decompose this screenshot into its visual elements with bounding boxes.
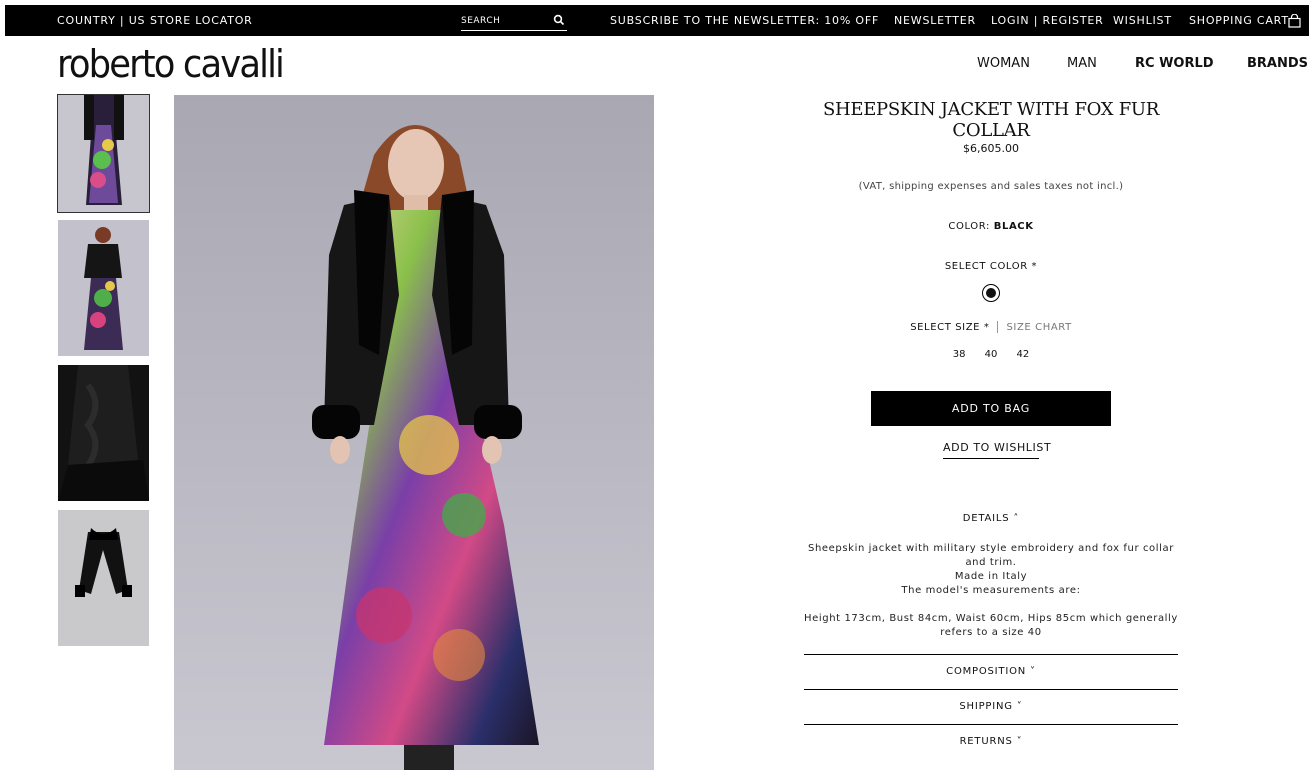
store-locator-link[interactable]: STORE LOCATOR bbox=[150, 14, 253, 27]
color-label: COLOR: bbox=[948, 221, 990, 232]
login-register-link[interactable]: LOGIN | REGISTER bbox=[991, 14, 1104, 27]
country-selector[interactable]: COUNTRY | US bbox=[57, 14, 145, 27]
details-line: The model's measurements are: bbox=[901, 585, 1081, 596]
size-option[interactable]: 42 bbox=[1017, 349, 1030, 360]
top-bar: COUNTRY | US STORE LOCATOR SUBSCRIBE TO … bbox=[5, 5, 1309, 36]
color-display: COLOR: BLACK bbox=[804, 221, 1178, 232]
size-option[interactable]: 38 bbox=[953, 349, 966, 360]
nav-man[interactable]: MAN bbox=[1067, 56, 1097, 71]
search-icon[interactable] bbox=[553, 14, 565, 26]
product-title: SHEEPSKIN JACKET WITH FOX FUR COLLAR bbox=[822, 99, 1160, 141]
details-toggle[interactable]: DETAILS ˄ bbox=[804, 513, 1178, 524]
shopping-cart-link[interactable]: SHOPPING CART bbox=[1189, 14, 1289, 27]
details-line bbox=[804, 598, 1178, 612]
details-line: Height 173cm, Bust 84cm, Waist 60cm, Hip… bbox=[804, 613, 1178, 638]
details-line: Sheepskin jacket with military style emb… bbox=[808, 543, 1174, 568]
select-color-label: SELECT COLOR * bbox=[944, 261, 1038, 272]
details-line: Made in Italy bbox=[954, 571, 1028, 582]
model-back-image bbox=[58, 220, 149, 356]
product-thumbnail-back[interactable] bbox=[58, 220, 149, 356]
tax-note: (VAT, shipping expenses and sales taxes … bbox=[858, 181, 1124, 192]
size-chart-link[interactable]: SIZE CHART bbox=[1006, 322, 1071, 333]
newsletter-link[interactable]: NEWSLETTER bbox=[894, 14, 976, 27]
returns-accordion[interactable]: RETURNS ˅ bbox=[804, 724, 1178, 759]
shopping-bag-icon[interactable] bbox=[1288, 14, 1301, 28]
product-thumbnail-jacket[interactable] bbox=[58, 510, 149, 646]
color-value: BLACK bbox=[993, 221, 1034, 232]
color-swatch-black[interactable] bbox=[982, 284, 1000, 302]
add-to-wishlist-link[interactable]: ADD TO WISHLIST bbox=[943, 441, 1051, 459]
details-content: Sheepskin jacket with military style emb… bbox=[804, 542, 1178, 640]
nav-brands[interactable]: BRANDS bbox=[1247, 56, 1308, 71]
jacket-flat-image bbox=[58, 510, 149, 646]
product-thumbnail-detail[interactable] bbox=[58, 365, 149, 501]
search-box bbox=[461, 13, 567, 31]
divider bbox=[997, 321, 999, 333]
size-option[interactable]: 40 bbox=[985, 349, 998, 360]
model-wearing-jacket-image bbox=[174, 95, 654, 770]
newsletter-promo-link[interactable]: SUBSCRIBE TO THE NEWSLETTER: 10% OFF bbox=[610, 14, 879, 27]
product-thumbnail-front[interactable] bbox=[57, 94, 150, 213]
product-price: $6,605.00 bbox=[963, 142, 1019, 155]
sleeve-detail-image bbox=[58, 365, 149, 501]
shipping-accordion[interactable]: SHIPPING ˅ bbox=[804, 689, 1178, 724]
wishlist-link[interactable]: WISHLIST bbox=[1113, 14, 1172, 27]
nav-woman[interactable]: WOMAN bbox=[977, 56, 1030, 71]
main-product-image[interactable] bbox=[174, 95, 654, 770]
search-input[interactable] bbox=[461, 13, 547, 29]
add-to-bag-button[interactable]: ADD TO BAG bbox=[871, 391, 1111, 426]
select-size-label: SELECT SIZE * bbox=[910, 322, 990, 333]
size-options: 38 40 42 bbox=[804, 349, 1178, 360]
model-front-image bbox=[58, 95, 149, 212]
composition-accordion[interactable]: COMPOSITION ˅ bbox=[804, 654, 1178, 689]
nav-rc-world[interactable]: RC WORLD bbox=[1135, 56, 1214, 71]
brand-logo[interactable]: roberto cavalli bbox=[57, 42, 285, 86]
size-selector-header: SELECT SIZE * SIZE CHART bbox=[804, 321, 1178, 333]
